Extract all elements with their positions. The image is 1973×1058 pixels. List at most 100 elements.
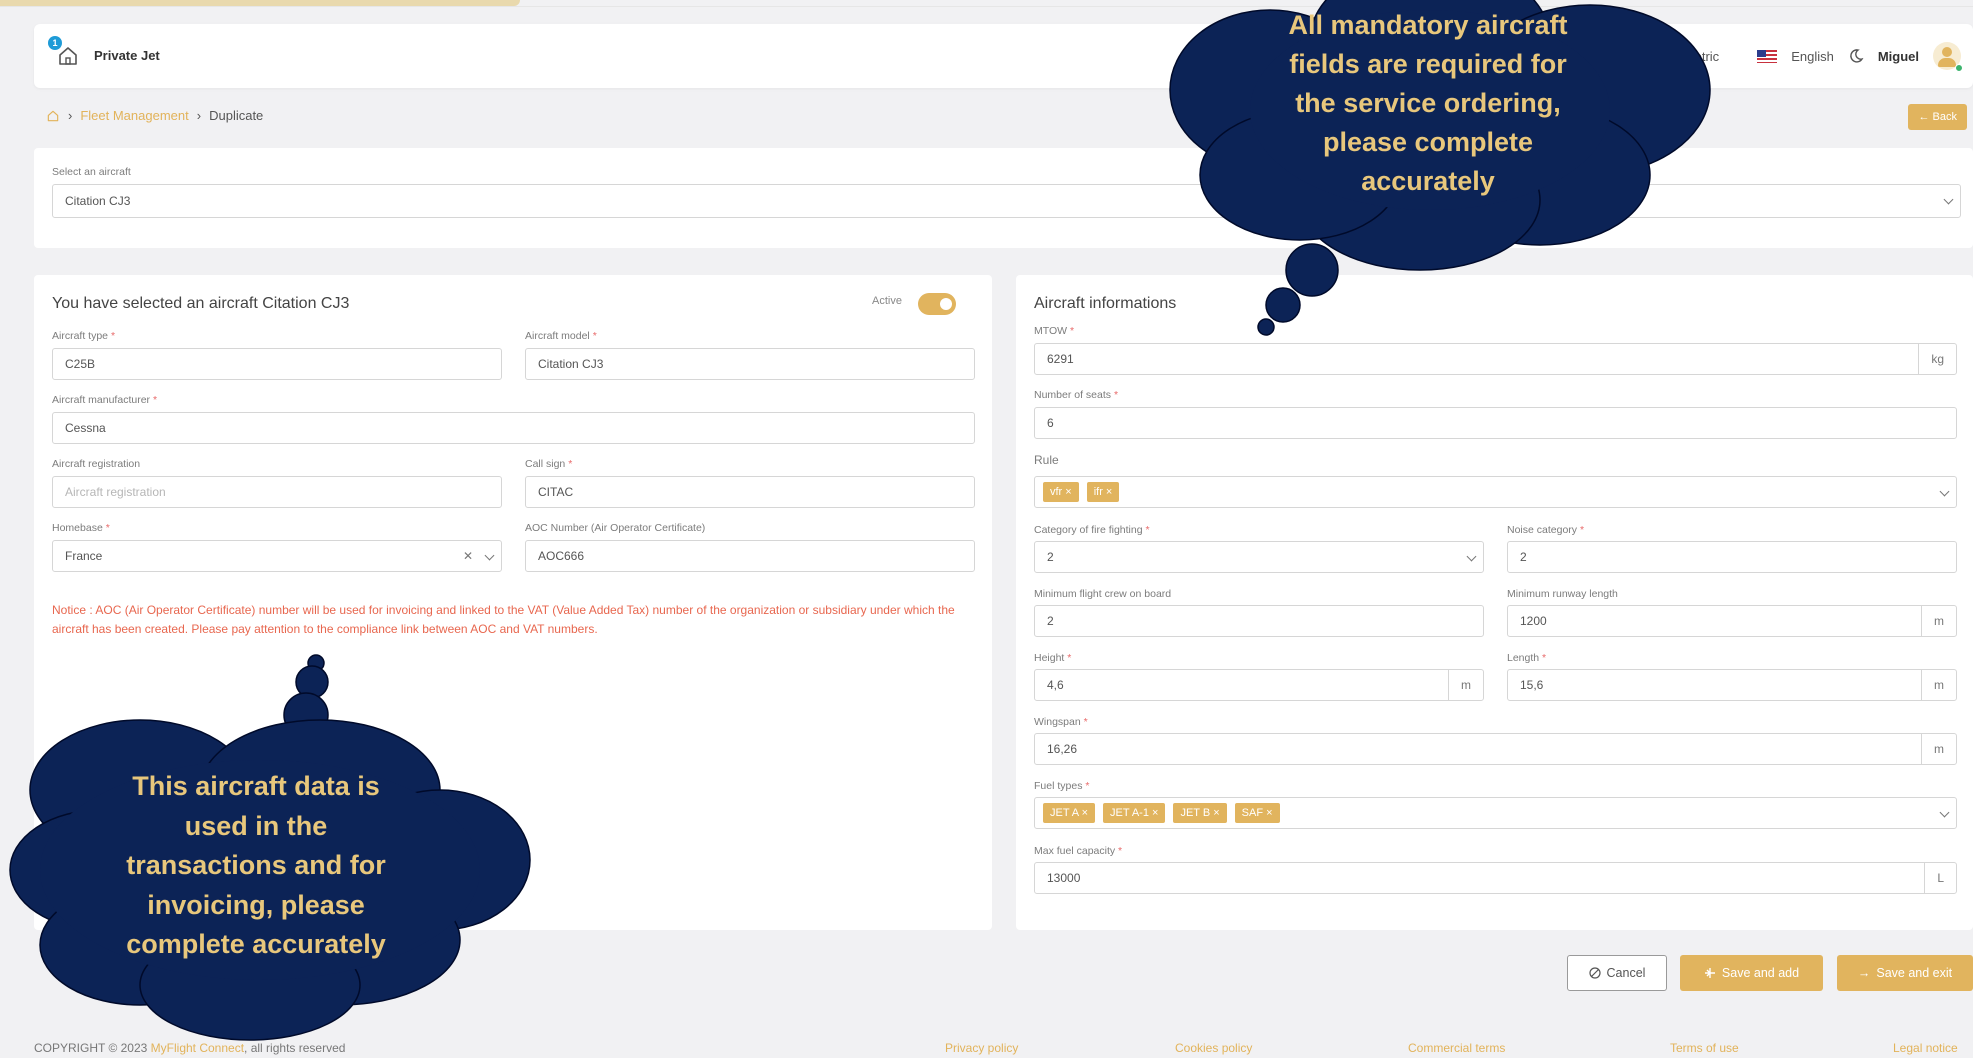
moon-icon[interactable] [1848, 48, 1864, 64]
unit-system-toggle[interactable]: etric [1695, 49, 1720, 64]
fuel-types-label: Fuel types * [1034, 780, 1090, 792]
right-card-title: Aircraft informations [1034, 295, 1177, 312]
fuel-tag-jet-a1[interactable]: JET A-1 × [1103, 803, 1166, 823]
arrow-right-icon: → [1857, 966, 1871, 980]
mtow-label: MTOW * [1034, 325, 1075, 337]
rule-select[interactable]: vfr × ifr × [1034, 476, 1957, 508]
aoc-input[interactable]: AOC666 [525, 540, 975, 572]
brand-name: Private Jet [94, 48, 160, 63]
chevron-down-icon [1939, 486, 1950, 497]
max-fuel-label: Max fuel capacity * [1034, 845, 1123, 857]
noise-category-label: Noise category * [1507, 524, 1585, 536]
min-crew-input[interactable]: 2 [1034, 605, 1484, 637]
save-and-exit-button[interactable]: → Save and exit [1837, 955, 1973, 991]
fuel-tags: JET A × JET A-1 × JET B × SAF × [1043, 798, 1288, 828]
length-unit: m [1921, 670, 1956, 700]
height-unit: m [1448, 670, 1483, 700]
fuel-unit: L [1924, 863, 1956, 893]
active-label: Active [872, 295, 902, 307]
save-exit-label: Save and exit [1876, 966, 1953, 980]
aircraft-info-card: Aircraft informations MTOW * 6291 kg Numb… [1016, 275, 1973, 930]
navbar-right: etric English Miguel [1695, 24, 1973, 88]
us-flag-icon [1757, 49, 1778, 63]
aircraft-type-input[interactable]: C25B [52, 348, 502, 380]
rule-tag-ifr[interactable]: ifr × [1086, 482, 1120, 502]
left-card-title: You have selected an aircraft Citation C… [52, 295, 350, 312]
min-runway-input[interactable]: 1200 m [1507, 605, 1957, 637]
language-selector[interactable]: English [1791, 49, 1834, 64]
back-button[interactable]: ← Back [1908, 104, 1967, 130]
breadcrumb-fleet-management[interactable]: Fleet Management [80, 108, 188, 123]
plane-icon [1704, 968, 1715, 978]
chevron-right-icon: › [196, 108, 202, 123]
top-right-callout-text: All mandatory aircraft fields are requir… [1288, 10, 1568, 196]
aoc-label: AOC Number (Air Operator Certificate) [525, 522, 706, 534]
rule-label: Rule [1034, 453, 1059, 467]
aircraft-type-label: Aircraft type * [52, 330, 116, 342]
height-input[interactable]: 4,6 m [1034, 669, 1484, 701]
fuel-tag-jet-b[interactable]: JET B × [1173, 803, 1227, 823]
fire-category-select[interactable]: 2 [1034, 541, 1484, 573]
fuel-tag-saf[interactable]: SAF × [1234, 803, 1280, 823]
fuel-types-select[interactable]: JET A × JET A-1 × JET B × SAF × [1034, 797, 1957, 829]
manufacturer-label: Aircraft manufacturer * [52, 394, 158, 406]
top-navbar: 1 Private Jet etric English Miguel [34, 24, 1973, 88]
aircraft-model-label: Aircraft model * [525, 330, 597, 342]
top-divider [0, 6, 1973, 7]
breadcrumb: › Fleet Management › Duplicate [46, 108, 263, 123]
home-icon[interactable] [46, 109, 60, 123]
manufacturer-input[interactable]: Cessna [52, 412, 975, 444]
aircraft-select[interactable]: Citation CJ3 [52, 184, 1961, 218]
cancel-label: Cancel [1606, 966, 1646, 980]
footer-cookies-link[interactable]: Cookies policy [1175, 1041, 1252, 1055]
max-fuel-input[interactable]: 13000 L [1034, 862, 1957, 894]
clear-icon[interactable]: ✕ [463, 549, 473, 563]
call-sign-label: Call sign * [525, 458, 573, 470]
aircraft-select-label: Select an aircraft [52, 166, 131, 178]
noise-category-input[interactable]: 2 [1507, 541, 1957, 573]
wingspan-unit: m [1921, 734, 1956, 764]
length-input[interactable]: 15,6 m [1507, 669, 1957, 701]
aircraft-select-card: Select an aircraft Citation CJ3 [34, 148, 1973, 248]
save-and-add-button[interactable]: Save and add [1680, 955, 1823, 991]
chevron-down-icon [1466, 551, 1477, 562]
breadcrumb-current: Duplicate [209, 108, 264, 123]
aircraft-model-input[interactable]: Citation CJ3 [525, 348, 975, 380]
footer-privacy-link[interactable]: Privacy policy [945, 1041, 1018, 1055]
user-name[interactable]: Miguel [1878, 49, 1919, 64]
registration-input[interactable]: Aircraft registration [52, 476, 502, 508]
chevron-down-icon [1943, 194, 1954, 205]
cancel-button[interactable]: Cancel [1567, 955, 1667, 991]
chevron-down-icon [484, 550, 495, 561]
seats-label: Number of seats * [1034, 389, 1119, 401]
runway-unit: m [1921, 606, 1956, 636]
registration-label: Aircraft registration [52, 458, 141, 470]
chevron-down-icon [1939, 807, 1950, 818]
rule-tags: vfr × ifr × [1043, 477, 1127, 507]
homebase-select[interactable]: France ✕ [52, 540, 502, 572]
mtow-unit: kg [1918, 344, 1956, 374]
avatar[interactable] [1933, 42, 1963, 72]
notification-badge[interactable]: 1 [48, 36, 62, 50]
aircraft-select-value: Citation CJ3 [65, 194, 131, 208]
mtow-input[interactable]: 6291 kg [1034, 343, 1957, 375]
aoc-notice: Notice : AOC (Air Operator Certificate) … [52, 603, 955, 636]
seats-input[interactable]: 6 [1034, 407, 1957, 439]
save-add-label: Save and add [1721, 966, 1800, 980]
chevron-right-icon: › [68, 108, 73, 123]
fire-category-label: Category of fire fighting * [1034, 524, 1150, 536]
footer-commercial-link[interactable]: Commercial terms [1408, 1041, 1505, 1055]
wingspan-label: Wingspan * [1034, 716, 1088, 728]
call-sign-input[interactable]: CITAC [525, 476, 975, 508]
ban-icon [1588, 967, 1601, 979]
rule-tag-vfr[interactable]: vfr × [1043, 482, 1079, 502]
homebase-label: Homebase * [52, 522, 110, 534]
active-toggle[interactable] [918, 293, 956, 315]
length-label: Length * [1507, 652, 1547, 664]
company-link[interactable]: MyFlight Connect [151, 1041, 244, 1055]
footer-legal-link[interactable]: Legal notice [1893, 1041, 1958, 1055]
min-crew-label: Minimum flight crew on board [1034, 588, 1172, 600]
footer-terms-link[interactable]: Terms of use [1670, 1041, 1739, 1055]
wingspan-input[interactable]: 16,26 m [1034, 733, 1957, 765]
fuel-tag-jet-a[interactable]: JET A × [1043, 803, 1096, 823]
